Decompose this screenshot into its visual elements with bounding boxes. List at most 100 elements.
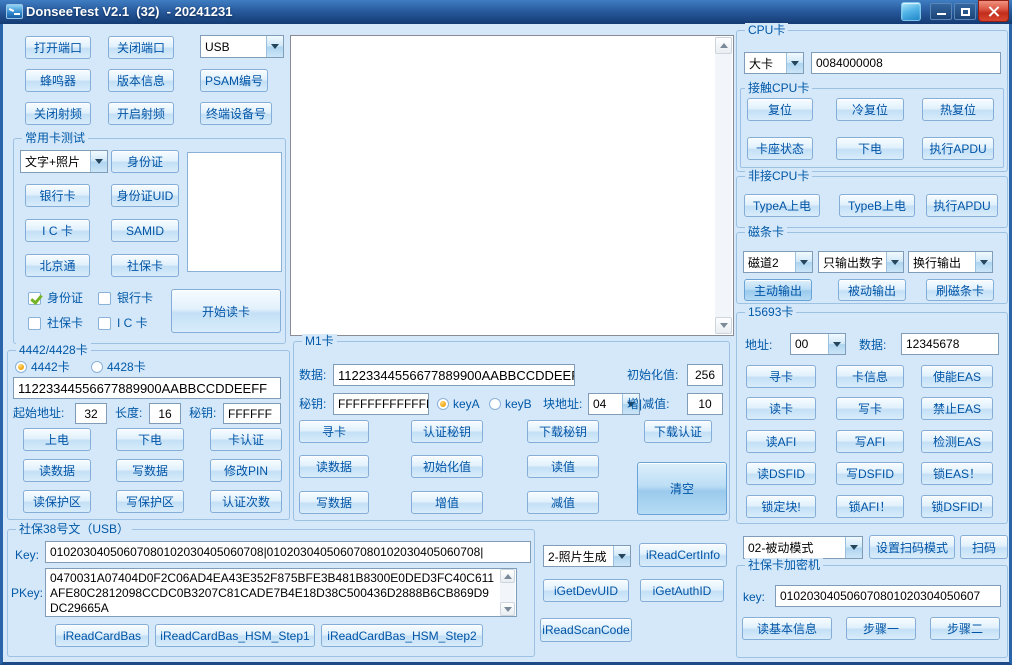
iso-enable-eas-button[interactable]: 使能EAS [921, 365, 993, 388]
newline-select[interactable]: 换行输出 [908, 251, 993, 273]
c4442-read-button[interactable]: 读数据 [23, 459, 91, 482]
active-output-button[interactable]: 主动输出 [744, 279, 812, 301]
igetdevuid-button[interactable]: iGetDevUID [543, 579, 629, 602]
scan-button[interactable]: 扫码 [960, 535, 1008, 559]
m1-init-value-button[interactable]: 初始化值 [411, 455, 483, 478]
c4442-read-protect-button[interactable]: 读保护区 [23, 490, 91, 513]
close-port-button[interactable]: 关闭端口 [108, 36, 174, 59]
iso-lock-block-button[interactable]: 锁定块! [746, 495, 816, 518]
iso15693-data-field[interactable]: 12345678 [901, 333, 999, 355]
m1-increment-button[interactable]: 增值 [411, 491, 483, 514]
c4442-card-auth-button[interactable]: 卡认证 [210, 428, 282, 451]
ic-checkbox[interactable] [98, 317, 111, 330]
m1-download-key-button[interactable]: 下载秘钥 [527, 420, 599, 443]
track-select[interactable]: 磁道2 [743, 251, 813, 273]
scan-mode-select[interactable]: 02-被动模式 [743, 536, 863, 559]
rf-off-button[interactable]: 关闭射频 [25, 102, 91, 125]
hsm-step1-button[interactable]: 步骤一 [846, 617, 916, 640]
m1-write-button[interactable]: 写数据 [299, 491, 369, 514]
c4442-addr-field[interactable]: 32 [75, 403, 107, 424]
c4442-key-field[interactable]: FFFFFF [223, 403, 281, 424]
passive-output-button[interactable]: 被动输出 [838, 279, 906, 301]
m1-find-button[interactable]: 寻卡 [299, 420, 369, 443]
rf-on-button[interactable]: 开启射频 [108, 102, 174, 125]
social38-pkey-field[interactable]: 0470031A07404D0F2C06AD4EA43E352F875BFE3B… [45, 568, 517, 617]
swipe-card-button[interactable]: 刷磁条卡 [926, 279, 994, 301]
chevron-down-icon[interactable] [886, 252, 903, 272]
iso-write-dsfid-button[interactable]: 写DSFID [836, 462, 904, 485]
samid-button[interactable]: SAMID [111, 219, 179, 242]
log-scrollbar[interactable] [715, 37, 732, 334]
chevron-down-icon[interactable] [786, 53, 803, 73]
iso-lock-eas-button[interactable]: 锁EAS！ [921, 462, 993, 485]
m1-init-field[interactable]: 256 [687, 364, 723, 386]
chevron-down-icon[interactable] [828, 334, 845, 354]
social38-key-field[interactable]: 01020304050607080102030405060708|0102030… [45, 541, 531, 563]
c4442-write-protect-button[interactable]: 写保护区 [116, 490, 184, 513]
pkey-scrollbar[interactable] [500, 569, 515, 616]
radio-4428[interactable] [91, 361, 103, 373]
port-select[interactable]: USB [200, 35, 284, 58]
c4442-write-button[interactable]: 写数据 [116, 459, 184, 482]
psam-no-button[interactable]: PSAM编号 [200, 69, 268, 92]
ireadcertinfo-button[interactable]: iReadCertInfo [639, 543, 727, 567]
contactless-exec-apdu-button[interactable]: 执行APDU [926, 194, 998, 217]
idcard-button[interactable]: 身份证 [111, 150, 179, 173]
chevron-down-icon[interactable] [266, 36, 283, 57]
iso-read-button[interactable]: 读卡 [746, 397, 816, 420]
idcard-checkbox[interactable] [28, 292, 41, 305]
typeb-power-button[interactable]: TypeB上电 [839, 194, 915, 217]
buzzer-button[interactable]: 蜂鸣器 [25, 69, 91, 92]
hsm-read-info-button[interactable]: 读基本信息 [742, 617, 832, 640]
minimize-button[interactable] [930, 3, 952, 20]
scroll-down-icon[interactable] [500, 602, 515, 616]
iso-find-button[interactable]: 寻卡 [746, 365, 816, 388]
chevron-down-icon[interactable] [90, 151, 107, 172]
idcard-uid-button[interactable]: 身份证UID [111, 184, 179, 207]
keya-radio[interactable] [437, 398, 449, 410]
iso-read-dsfid-button[interactable]: 读DSFID [746, 462, 816, 485]
cpu-reset-button[interactable]: 复位 [747, 98, 813, 121]
keyb-radio[interactable] [489, 398, 501, 410]
m1-incdec-field[interactable]: 10 [687, 393, 723, 415]
iso-read-afi-button[interactable]: 读AFI [746, 430, 816, 453]
read-mode-select[interactable]: 文字+照片 [20, 150, 108, 173]
iso-write-afi-button[interactable]: 写AFI [836, 430, 904, 453]
chevron-down-icon[interactable] [613, 546, 630, 566]
m1-decrement-button[interactable]: 减值 [527, 491, 599, 514]
m1-data-field[interactable]: 11223344556677889900AABBCCDDEEFF [333, 364, 575, 386]
set-scan-mode-button[interactable]: 设置扫码模式 [869, 535, 955, 559]
iso-check-eas-button[interactable]: 检测EAS [921, 430, 993, 453]
m1-read-button[interactable]: 读数据 [299, 455, 369, 478]
ireadscancode-button[interactable]: iReadScanCode [540, 618, 632, 642]
cpu-cold-reset-button[interactable]: 冷复位 [836, 98, 904, 121]
iso15693-addr-select[interactable]: 00 [790, 333, 846, 355]
radio-4442[interactable] [15, 361, 27, 373]
c4442-power-off-button[interactable]: 下电 [116, 428, 184, 451]
m1-read-value-button[interactable]: 读值 [527, 455, 599, 478]
m1-download-auth-button[interactable]: 下载认证 [644, 420, 712, 443]
chevron-down-icon[interactable] [845, 537, 862, 558]
cpu-slot-select[interactable]: 大卡 [744, 52, 804, 74]
iso-write-button[interactable]: 写卡 [836, 397, 904, 420]
cpu-power-off-button[interactable]: 下电 [836, 137, 904, 160]
social-checkbox[interactable] [28, 317, 41, 330]
iso-lock-dsfid-button[interactable]: 锁DSFID! [921, 495, 993, 518]
ireadcardbas-hsm-step1-button[interactable]: iReadCardBas_HSM_Step1 [155, 624, 315, 647]
m1-clear-button[interactable]: 清空 [637, 462, 727, 515]
bankcard-button[interactable]: 银行卡 [25, 184, 90, 207]
c4442-auth-count-button[interactable]: 认证次数 [210, 490, 282, 513]
hsm-step2-button[interactable]: 步骤二 [930, 617, 1000, 640]
bankcard-checkbox[interactable] [98, 292, 111, 305]
chevron-down-icon[interactable] [975, 252, 992, 272]
digits-only-select[interactable]: 只输出数字 [818, 251, 904, 273]
igetauthid-button[interactable]: iGetAuthID [640, 579, 724, 602]
cpu-slot-status-button[interactable]: 卡座状态 [747, 137, 813, 160]
m1-auth-key-button[interactable]: 认证秘钥 [411, 420, 483, 443]
close-button[interactable] [978, 0, 1009, 22]
scroll-up-icon[interactable] [500, 569, 515, 583]
beijingtong-button[interactable]: 北京通 [25, 254, 90, 277]
open-port-button[interactable]: 打开端口 [25, 36, 91, 59]
ireadcardbas-hsm-step2-button[interactable]: iReadCardBas_HSM_Step2 [321, 624, 483, 647]
c4442-len-field[interactable]: 16 [149, 403, 181, 424]
